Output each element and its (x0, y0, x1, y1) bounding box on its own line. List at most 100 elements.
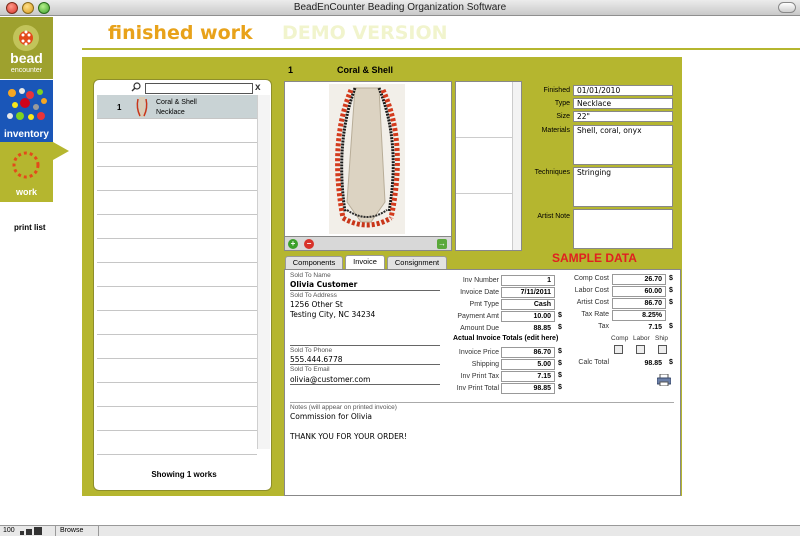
list-item[interactable] (97, 263, 257, 287)
address-line-1[interactable]: 1256 Other St (290, 300, 343, 309)
list-item[interactable] (97, 239, 257, 263)
email-field[interactable]: olivia@customer.com (290, 375, 370, 384)
list-item-type: Necklace (156, 109, 185, 116)
type-field[interactable]: Necklace (573, 98, 673, 109)
finished-field[interactable]: 01/01/2010 (573, 85, 673, 96)
list-item[interactable] (97, 407, 257, 431)
list-scrollbar[interactable] (257, 95, 270, 449)
search-input[interactable] (145, 83, 253, 94)
address-underline (290, 345, 440, 346)
phone-field[interactable]: 555.444.6778 (290, 355, 343, 364)
zoom-controls-icon[interactable] (20, 527, 52, 535)
address-line-2[interactable]: Testing City, NC 34234 (290, 310, 375, 319)
necklace-photo (329, 84, 405, 234)
list-item[interactable]: 1 Coral & Shell Necklace (97, 95, 257, 119)
comp-cost-field[interactable]: 26.70 (612, 274, 666, 285)
tab-consignment[interactable]: Consignment (387, 256, 447, 269)
sold-to-email-label: Sold To Email (290, 366, 330, 373)
materials-label: Materials (541, 127, 570, 134)
labor-cost-field[interactable]: 60.00 (612, 286, 666, 297)
currency-symbol: $ (558, 312, 562, 319)
main-panel: x 1 Coral & Shell Necklace Showing 1 wor… (82, 57, 682, 496)
sold-to-name-field[interactable]: Olivia Customer (290, 280, 357, 289)
invoice-price-label: Invoice Price (458, 349, 499, 356)
close-window-button[interactable] (6, 2, 18, 14)
comp-check-label: Comp (611, 335, 629, 342)
work-photo[interactable] (284, 81, 452, 237)
list-item[interactable] (97, 359, 257, 383)
inv-print-tax-field[interactable]: 7.15 (501, 371, 555, 382)
totals-header: Actual Invoice Totals (edit here) (453, 335, 559, 342)
techniques-field[interactable]: Stringing (573, 167, 673, 207)
labor-checkbox[interactable] (636, 345, 645, 354)
list-item[interactable] (97, 383, 257, 407)
ship-checkbox[interactable] (658, 345, 667, 354)
tab-invoice[interactable]: Invoice (345, 255, 385, 270)
list-item[interactable] (97, 335, 257, 359)
list-item[interactable] (97, 287, 257, 311)
email-underline (290, 384, 440, 385)
add-photo-icon[interactable]: + (288, 239, 298, 249)
nav-work[interactable]: work (0, 142, 53, 202)
amount-due-value: 88.85 (501, 323, 555, 334)
works-list: 1 Coral & Shell Necklace (97, 95, 257, 455)
record-number: 1 (288, 65, 294, 75)
currency-symbol: $ (669, 287, 673, 294)
currency-symbol: $ (558, 360, 562, 367)
list-item[interactable] (97, 143, 257, 167)
zoom-level[interactable]: 100 (3, 526, 15, 536)
pmt-type-field[interactable]: Cash (501, 299, 555, 310)
finished-label: Finished (543, 87, 570, 94)
remove-photo-icon[interactable]: − (304, 239, 314, 249)
tax-rate-label: Tax Rate (581, 311, 609, 318)
logo-text-encounter: encounter (10, 67, 43, 74)
tax-rate-field[interactable]: 8.25% (612, 310, 666, 321)
work-icon (12, 151, 40, 179)
calc-total-value: 98.85 (612, 358, 666, 369)
tab-components[interactable]: Components (285, 256, 343, 269)
print-icon[interactable] (657, 374, 671, 386)
mode-indicator[interactable]: Browse (55, 526, 99, 536)
materials-field[interactable]: Shell, coral, onyx (573, 125, 673, 165)
next-photo-icon[interactable]: → (437, 239, 447, 249)
clear-search-button[interactable]: x (255, 82, 261, 93)
currency-symbol: $ (558, 372, 562, 379)
list-item[interactable] (97, 431, 257, 455)
size-field[interactable]: 22" (573, 111, 673, 122)
artist-cost-field[interactable]: 86.70 (612, 298, 666, 309)
artist-note-field[interactable] (573, 209, 673, 249)
sold-to-address-label: Sold To Address (290, 292, 337, 299)
thumbnail-slot[interactable] (456, 82, 514, 138)
print-list-link[interactable]: print list (14, 223, 46, 232)
inv-number-field[interactable]: 1 (501, 275, 555, 286)
inv-print-total-field[interactable]: 98.85 (501, 383, 555, 394)
currency-symbol: $ (669, 299, 673, 306)
zoom-window-button[interactable] (38, 2, 50, 14)
invoice-date-field[interactable]: 7/11/2011 (501, 287, 555, 298)
toolbar-toggle-button[interactable] (778, 2, 796, 13)
currency-symbol: $ (669, 323, 673, 330)
shipping-field[interactable]: 5.00 (501, 359, 555, 370)
invoice-price-field[interactable]: 86.70 (501, 347, 555, 358)
thumbnail-scrollbar[interactable] (512, 82, 521, 250)
list-item-thumbnail (136, 97, 148, 117)
work-label: work (15, 187, 37, 197)
list-item[interactable] (97, 119, 257, 143)
list-item[interactable] (97, 215, 257, 239)
comp-checkbox[interactable] (614, 345, 623, 354)
currency-symbol: $ (558, 384, 562, 391)
thumbnail-slot[interactable] (456, 138, 514, 194)
inv-print-tax-label: Inv Print Tax (460, 373, 499, 380)
invoice-date-label: Invoice Date (460, 289, 499, 296)
list-item[interactable] (97, 191, 257, 215)
payment-amt-field[interactable]: 10.00 (501, 311, 555, 322)
notes-area[interactable]: Notes (will appear on printed invoice) C… (290, 402, 674, 492)
thumbnail-slot[interactable] (456, 194, 514, 250)
list-item[interactable] (97, 311, 257, 335)
list-item[interactable] (97, 167, 257, 191)
photo-toolbar: + − → (284, 237, 452, 251)
bead-logo[interactable]: bead encounter (0, 17, 53, 79)
list-item-number: 1 (117, 103, 122, 112)
size-label: Size (556, 113, 570, 120)
minimize-window-button[interactable] (22, 2, 34, 14)
